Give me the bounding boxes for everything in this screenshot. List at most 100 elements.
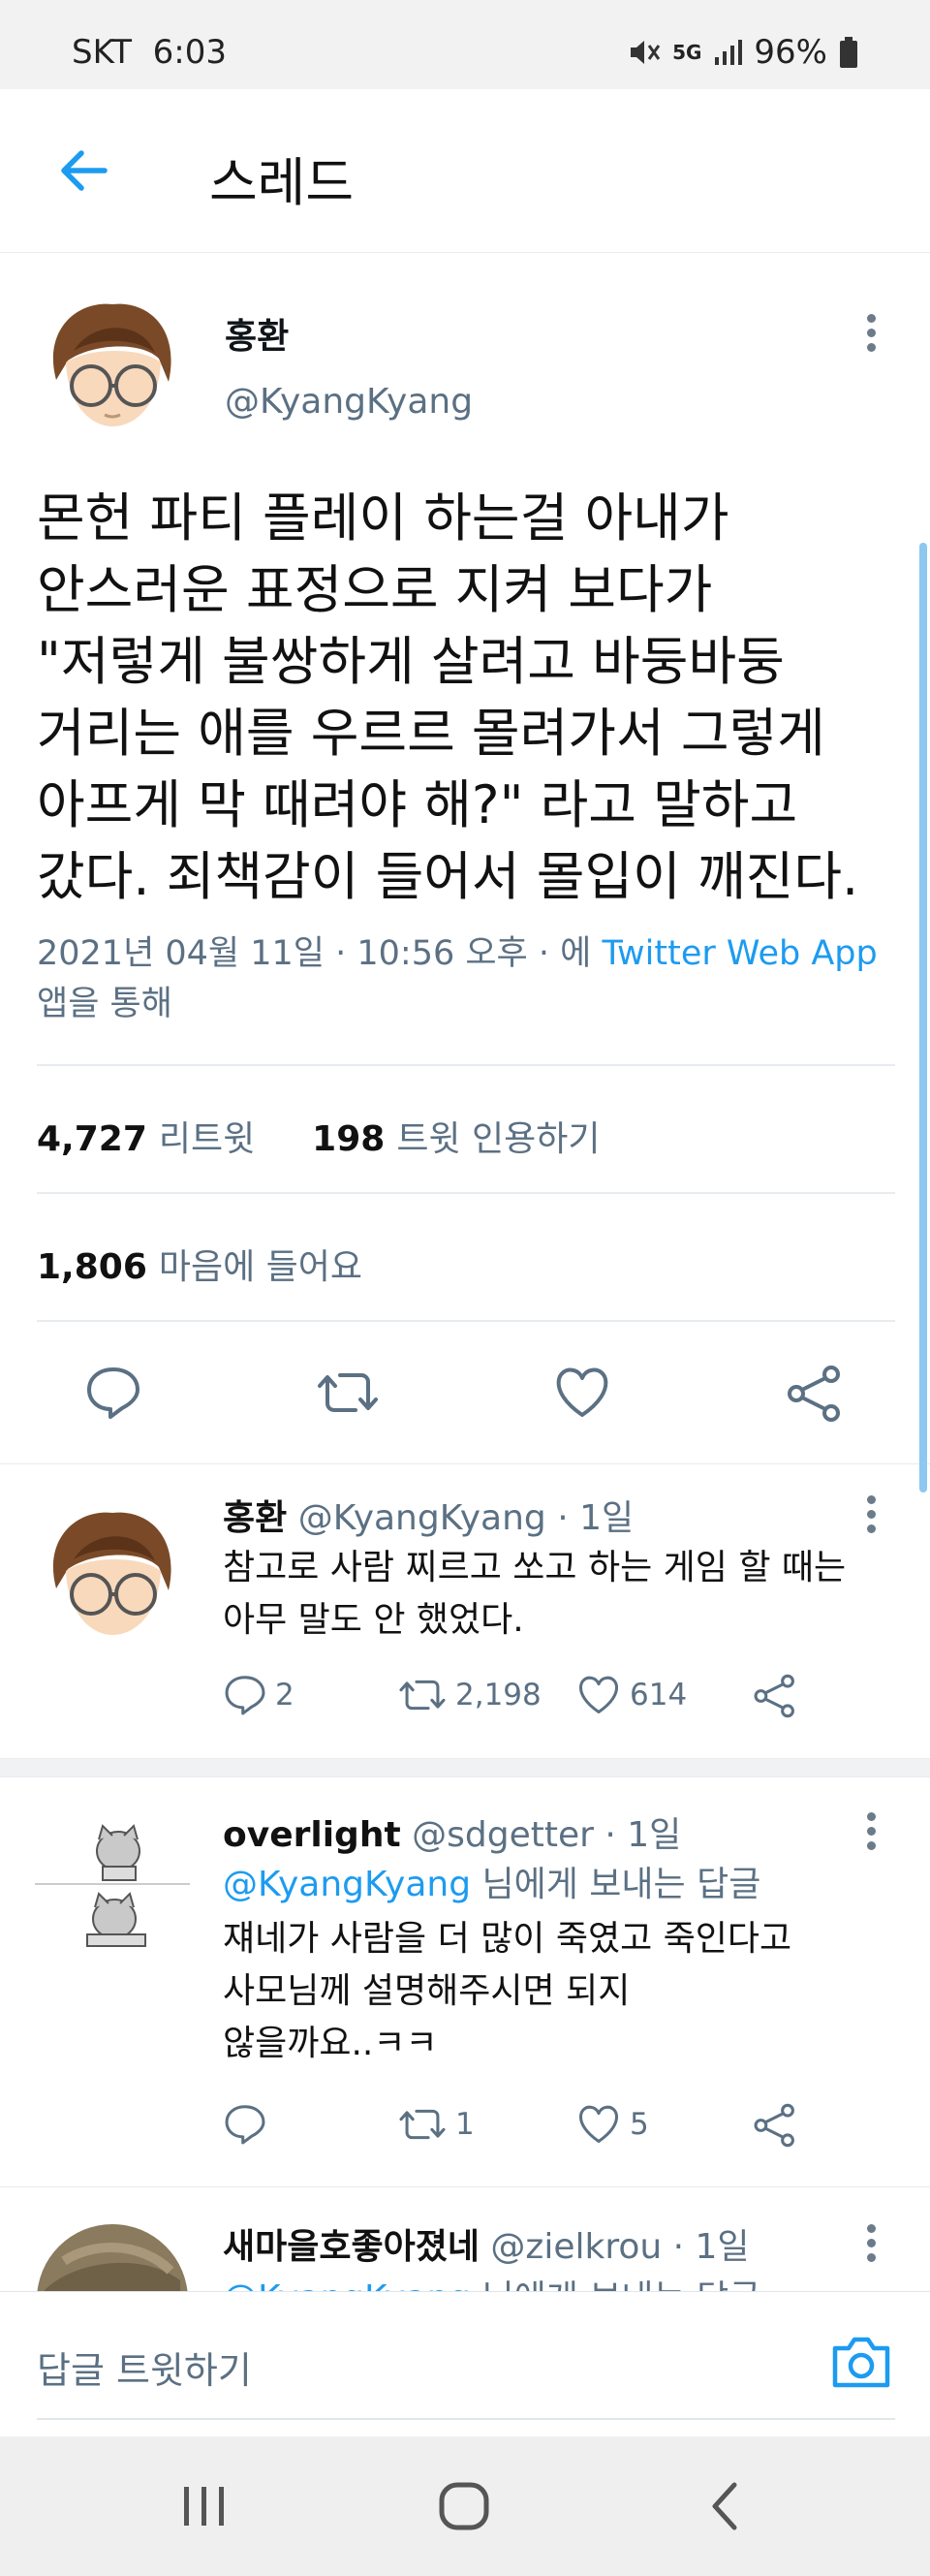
share-icon — [754, 1674, 794, 1718]
reply-button[interactable]: 2 — [223, 1674, 294, 1716]
replying-to-suffix: 님에게 보내는 답글 — [471, 2278, 760, 2292]
tweet-line: 몬헌 파티 플레이 하는걸 아내가 — [37, 487, 729, 549]
thread-separator — [0, 1758, 930, 1777]
reply-line: 쟤네가 사람을 더 많이 죽였고 죽인다고 — [223, 1919, 792, 1959]
reply-text: 참고로 사람 찌르고 쏘고 하는 게임 할 때는 아무 말도 안 했었다. — [223, 1542, 901, 1647]
battery-icon — [840, 37, 857, 68]
tweet-line: 갔다. 죄책감이 들어서 몰입이 깨진다. — [37, 846, 859, 907]
retweet-icon[interactable] — [316, 1365, 380, 1421]
replying-to-suffix: 님에게 보내는 답글 — [471, 1865, 761, 1904]
quote-stat[interactable]: 198 트윗 인용하기 — [312, 1119, 600, 1159]
like-button[interactable]: 614 — [575, 1674, 687, 1716]
reply-action-bar: 1 5 — [223, 2103, 823, 2161]
like-count: 5 — [630, 2107, 649, 2142]
reply-tweet[interactable]: overlight @sdgetter · 1일 @KyangKyang 님에게… — [0, 1777, 930, 2184]
mute-icon — [631, 41, 661, 64]
reply-line: 참고로 사람 찌르고 쏘고 하는 게임 할 때는 — [223, 1548, 847, 1587]
tweet-source-suffix: 앱을 통해 — [37, 985, 172, 1023]
like-heart-icon[interactable] — [552, 1365, 612, 1421]
reply-icon — [225, 2105, 265, 2145]
share-icon[interactable] — [785, 1365, 845, 1423]
avatar[interactable] — [35, 291, 190, 446]
reply-author-handle[interactable]: @sdgetter — [412, 1815, 594, 1855]
reply-author-name[interactable]: 새마을호좋아졌네 — [223, 2227, 480, 2267]
reply-author-name[interactable]: 홍환 — [223, 1498, 287, 1538]
retweet-count: 4,727 — [37, 1119, 147, 1159]
reply-author-handle[interactable]: @KyangKyang — [298, 1498, 546, 1538]
divider — [37, 1064, 895, 1066]
status-bar: SKT 6:03 5G 96% — [0, 0, 930, 89]
divider — [37, 1192, 895, 1194]
more-options-icon[interactable] — [864, 1806, 878, 1856]
reply-tweet[interactable]: 새마을호좋아졌네 @zielkrou · 1일 @KyangKyang 님에게 … — [0, 2186, 930, 2292]
share-icon — [754, 2103, 794, 2148]
more-options-icon[interactable] — [864, 308, 878, 358]
reply-author-name[interactable]: overlight — [223, 1815, 401, 1855]
android-nav-bar — [0, 2436, 930, 2576]
tweet-timestamp: 2021년 04월 11일 · 10:56 오후 · 에 — [37, 934, 603, 973]
tweet-line: "저렇게 불쌍하게 살려고 바둥바둥 — [37, 631, 785, 692]
reply-line: 않을까요..ㅋㅋ — [223, 2024, 438, 2063]
retweet-count: 1 — [455, 2107, 475, 2142]
source-link[interactable]: Twitter Web App — [602, 934, 877, 973]
avatar[interactable] — [35, 1806, 190, 1962]
retweet-button[interactable]: 2,198 — [397, 1674, 542, 1716]
engagement-stats: 4,727 리트윗 198 트윗 인용하기 — [37, 1111, 600, 1161]
share-button[interactable] — [752, 2103, 798, 2148]
carrier-label: SKT — [72, 33, 133, 72]
retweet-button[interactable]: 1 — [397, 2103, 475, 2146]
tweet-line: 안스러운 표정으로 지켜 보다가 — [37, 559, 713, 620]
tweet-author-handle[interactable]: @KyangKyang — [225, 382, 473, 422]
reply-icon[interactable] — [85, 1365, 141, 1421]
like-heart-icon — [579, 1676, 618, 1713]
mention-link[interactable]: @KyangKyang — [223, 2278, 471, 2292]
like-count: 1,806 — [37, 1247, 147, 1287]
like-count: 614 — [630, 1678, 688, 1712]
scrollbar[interactable] — [919, 543, 927, 1492]
mention-link[interactable]: @KyangKyang — [223, 1865, 471, 1904]
tweet-action-bar — [0, 1357, 930, 1463]
reply-input-placeholder[interactable]: 답글 트윗하기 — [37, 2340, 252, 2394]
avatar[interactable] — [35, 1499, 190, 1654]
reply-header: 새마을호좋아졌네 @zielkrou · 1일 — [223, 2218, 750, 2269]
reply-author-handle[interactable]: @zielkrou — [490, 2227, 662, 2267]
back-arrow-icon[interactable] — [56, 143, 110, 198]
tweet-line: 아프게 막 때려야 해?" 라고 말하고 — [37, 774, 798, 835]
reply-tweet[interactable]: 홍환 @KyangKyang · 1일 참고로 사람 찌르고 쏘고 하는 게임 … — [0, 1463, 930, 1755]
retweet-label: 리트윗 — [158, 1119, 256, 1159]
avatar[interactable] — [35, 2222, 190, 2292]
more-options-icon[interactable] — [864, 1490, 878, 1539]
tweet-line: 거리는 애를 우르르 몰려가서 그렇게 — [37, 703, 825, 764]
signal-icon — [715, 40, 743, 65]
reply-header: 홍환 @KyangKyang · 1일 — [223, 1490, 634, 1540]
back-nav-icon[interactable] — [705, 2481, 744, 2531]
reply-count: 2 — [275, 1678, 294, 1712]
battery-percent: 96% — [754, 33, 827, 72]
retweet-icon — [399, 1680, 446, 1711]
reply-header: overlight @sdgetter · 1일 — [223, 1806, 681, 1857]
retweet-stat[interactable]: 4,727 리트윗 — [37, 1119, 255, 1159]
reply-composer[interactable]: 답글 트윗하기 — [0, 2291, 930, 2437]
reply-time: · 1일 — [557, 1498, 635, 1538]
tweet-meta: 2021년 04월 11일 · 10:56 오후 · 에 Twitter Web… — [37, 928, 909, 1029]
reply-time: · 1일 — [604, 1815, 682, 1855]
reply-button[interactable] — [223, 2103, 275, 2146]
reply-icon — [225, 1676, 265, 1715]
share-button[interactable] — [752, 1674, 798, 1718]
network-type: 5G — [672, 41, 702, 64]
replying-to: @KyangKyang 님에게 보내는 답글 — [223, 1859, 901, 1911]
like-button[interactable]: 5 — [575, 2103, 649, 2146]
tweet-text: 몬헌 파티 플레이 하는걸 아내가 안스러운 표정으로 지켜 보다가 "저렇게 … — [37, 483, 909, 913]
thread-header: 스레드 — [0, 89, 930, 253]
tweet-author-name[interactable]: 홍환 — [225, 308, 289, 359]
divider — [37, 1320, 895, 1322]
more-options-icon[interactable] — [864, 2218, 878, 2268]
reply-text: 쟤네가 사람을 더 많이 죽였고 죽인다고 사모님께 설명해주시면 되지 않을까… — [223, 1913, 901, 2070]
camera-icon[interactable] — [831, 2335, 891, 2389]
quote-label: 트윗 인용하기 — [396, 1119, 601, 1159]
likes-stat[interactable]: 1,806 마음에 들어요 — [37, 1239, 362, 1289]
home-icon[interactable] — [438, 2481, 490, 2531]
recent-apps-icon[interactable] — [180, 2485, 229, 2528]
replying-to: @KyangKyang 님에게 보내는 답글 — [223, 2273, 901, 2292]
reply-time: · 1일 — [672, 2227, 750, 2267]
